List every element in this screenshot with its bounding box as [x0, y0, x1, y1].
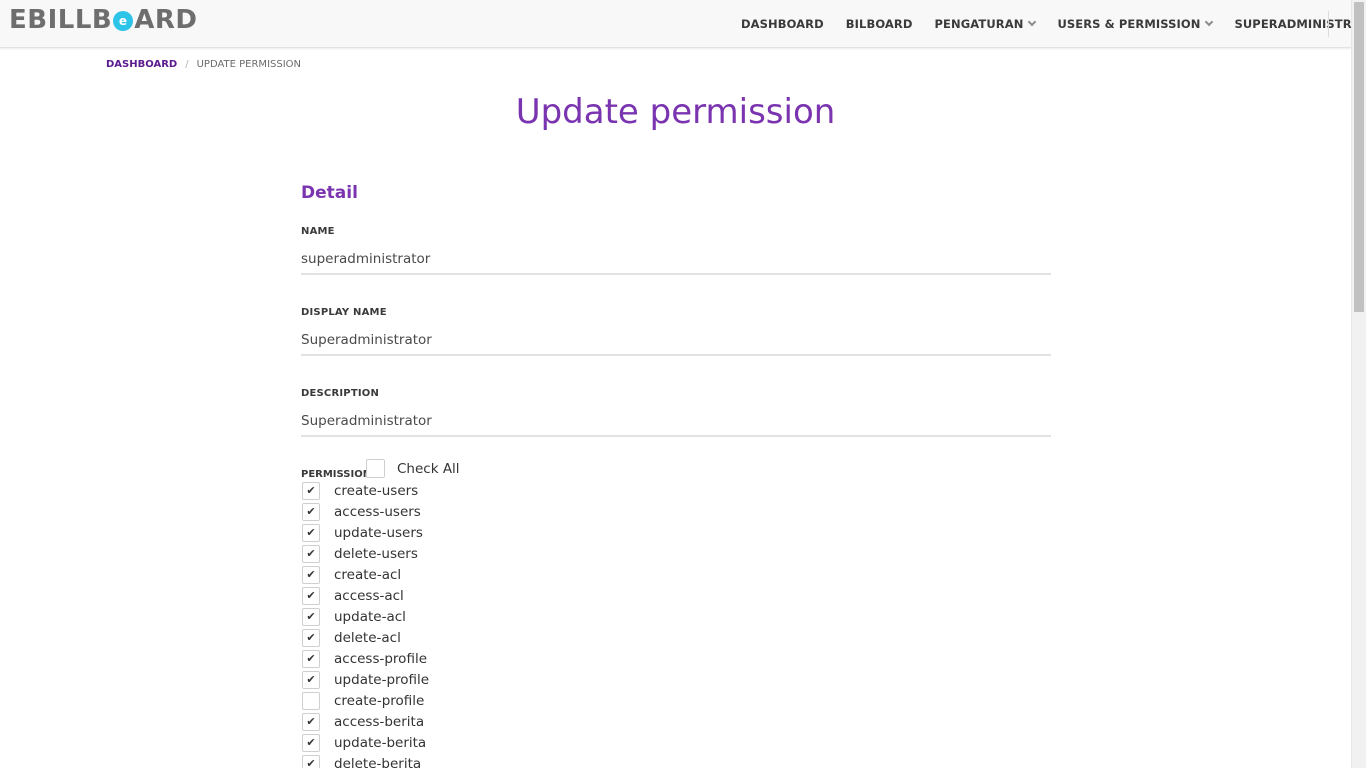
- checkmark-icon: ✔: [306, 526, 316, 539]
- chevron-down-icon: [1028, 17, 1037, 27]
- permission-name: update-berita: [334, 734, 427, 751]
- permission-checkbox[interactable]: ✔: [302, 628, 320, 647]
- nav-pengaturan-dropdown[interactable]: PENGATURAN: [924, 17, 1047, 31]
- nav-users-permission-label: USERS & PERMISSION: [1057, 17, 1201, 31]
- permission-name: access-users: [334, 503, 421, 520]
- breadcrumb-separator: /: [185, 59, 189, 70]
- nav-bilboard-label: BILBOARD: [845, 17, 913, 31]
- nav-pengaturan-label: PENGATURAN: [934, 17, 1024, 31]
- page-title: Update permission: [515, 92, 836, 132]
- display-name-input[interactable]: [301, 326, 1051, 356]
- top-navbar: EBILLB e ARD DASHBOARD BILBOARD PENGATUR…: [0, 0, 1366, 48]
- permission-item[interactable]: ✔ update-acl: [302, 606, 429, 627]
- permission-name: delete-acl: [334, 629, 401, 646]
- scrollbar-thumb[interactable]: [1354, 2, 1364, 312]
- description-label: DESCRIPTION: [301, 388, 380, 399]
- permission-name: create-acl: [334, 566, 402, 583]
- display-name-label: DISPLAY NAME: [301, 307, 387, 318]
- checkmark-icon: ✔: [306, 484, 316, 497]
- permission-checkbox[interactable]: ✔: [302, 754, 320, 768]
- permission-item[interactable]: ✔ delete-users: [302, 543, 429, 564]
- permission-checkbox[interactable]: ✔: [302, 607, 320, 626]
- permission-item[interactable]: create-profile: [302, 690, 429, 711]
- logo-circle-icon: e: [113, 11, 134, 31]
- logo-text-right: ARD: [134, 5, 198, 35]
- checkmark-icon: ✔: [306, 757, 316, 768]
- permission-checkbox[interactable]: ✔: [302, 565, 320, 584]
- permission-checkbox[interactable]: [302, 691, 320, 710]
- checkmark-icon: ✔: [306, 610, 316, 623]
- permission-item[interactable]: ✔ delete-berita: [302, 753, 429, 768]
- permission-checkbox[interactable]: ✔: [302, 733, 320, 752]
- permission-item[interactable]: ✔ update-profile: [302, 669, 429, 690]
- permission-checkbox[interactable]: ✔: [302, 670, 320, 689]
- checkmark-icon: ✔: [306, 589, 316, 602]
- check-all-checkbox[interactable]: [366, 459, 385, 478]
- display-name-field-group: DISPLAY NAME: [301, 307, 1051, 356]
- permission-checkbox[interactable]: ✔: [302, 712, 320, 731]
- ebillboard-logo[interactable]: EBILLB e ARD: [9, 7, 197, 33]
- permission-checkbox[interactable]: ✔: [302, 649, 320, 668]
- permission-name: delete-berita: [334, 755, 422, 768]
- breadcrumb-dashboard-link[interactable]: DASHBOARD: [106, 59, 177, 70]
- nav-users-permission-dropdown[interactable]: USERS & PERMISSION: [1046, 17, 1223, 31]
- breadcrumb-current: UPDATE PERMISSION: [196, 59, 302, 70]
- permission-name: access-acl: [334, 587, 404, 604]
- nav-user-menu-dropdown[interactable]: SUPERADMINISTRATOR: [1223, 17, 1366, 31]
- main-nav: DASHBOARD BILBOARD PENGATURAN USERS & PE…: [730, 0, 1366, 48]
- description-input[interactable]: [301, 407, 1051, 437]
- checkmark-icon: ✔: [306, 652, 316, 665]
- permission-item[interactable]: ✔ create-users: [302, 480, 429, 501]
- permission-item[interactable]: ✔ delete-acl: [302, 627, 429, 648]
- permission-name: update-users: [334, 524, 423, 541]
- checkmark-icon: ✔: [306, 631, 316, 644]
- permission-name: delete-users: [334, 545, 418, 562]
- checkmark-icon: ✔: [306, 673, 316, 686]
- checkmark-icon: ✔: [306, 505, 316, 518]
- checkmark-icon: ✔: [306, 568, 316, 581]
- permission-name: update-profile: [334, 671, 430, 688]
- permission-item[interactable]: ✔ update-berita: [302, 732, 429, 753]
- permission-name: access-berita: [334, 713, 425, 730]
- permission-item[interactable]: ✔ update-users: [302, 522, 429, 543]
- checkmark-icon: ✔: [306, 715, 316, 728]
- checkmark-icon: ✔: [306, 736, 316, 749]
- permission-item[interactable]: ✔ access-acl: [302, 585, 429, 606]
- permission-list: ✔ create-users ✔ access-users ✔ update-users ✔…: [302, 480, 429, 768]
- permission-name: create-users: [334, 482, 419, 499]
- page-scrollbar[interactable]: [1351, 0, 1366, 768]
- permission-item[interactable]: ✔ access-users: [302, 501, 429, 522]
- name-input[interactable]: [301, 245, 1051, 275]
- permission-label: PERMISSION: [301, 469, 372, 480]
- permission-checkbox[interactable]: ✔: [302, 586, 320, 605]
- nav-user-menu-label: SUPERADMINISTRATOR: [1234, 17, 1366, 31]
- checkmark-icon: ✔: [306, 547, 316, 560]
- nav-bilboard[interactable]: BILBOARD: [835, 17, 924, 31]
- check-all-control[interactable]: Check All: [366, 459, 460, 478]
- breadcrumb: DASHBOARD / UPDATE PERMISSION: [106, 59, 301, 70]
- permission-checkbox[interactable]: ✔: [302, 481, 320, 500]
- permission-item[interactable]: ✔ access-profile: [302, 648, 429, 669]
- chevron-down-icon: [1205, 17, 1214, 27]
- permission-checkbox[interactable]: ✔: [302, 544, 320, 563]
- check-all-label[interactable]: Check All: [397, 461, 460, 477]
- permission-checkbox[interactable]: ✔: [302, 523, 320, 542]
- logo-text-left: EBILLB: [9, 5, 113, 35]
- permission-item[interactable]: ✔ access-berita: [302, 711, 429, 732]
- nav-dashboard[interactable]: DASHBOARD: [730, 17, 835, 31]
- name-label: NAME: [301, 226, 335, 237]
- permission-name: update-acl: [334, 608, 406, 625]
- nav-divider: [1328, 11, 1329, 37]
- permission-checkbox[interactable]: ✔: [302, 502, 320, 521]
- name-field-group: NAME: [301, 226, 1051, 275]
- description-field-group: DESCRIPTION: [301, 388, 1051, 437]
- permission-name: create-profile: [334, 692, 425, 709]
- section-title-detail: Detail: [301, 183, 358, 203]
- nav-dashboard-label: DASHBOARD: [741, 17, 824, 31]
- permission-name: access-profile: [334, 650, 428, 667]
- permission-item[interactable]: ✔ create-acl: [302, 564, 429, 585]
